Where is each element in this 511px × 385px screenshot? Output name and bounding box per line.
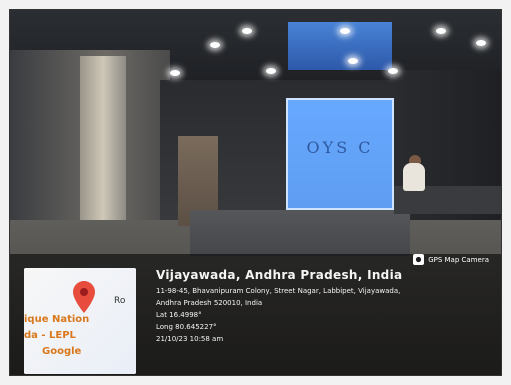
datetime: 21/10/23 10:58 am xyxy=(156,335,224,343)
place-title: Vijayawada, Andhra Pradesh, India xyxy=(156,268,403,282)
map-road-label: Ro xyxy=(114,296,126,306)
gps-overlay: GPS Map Camera Ro ique Nation da - LEPL … xyxy=(10,254,501,375)
ceiling-light xyxy=(170,70,180,76)
photo-frame: OYS C GPS Map Camera Ro ique Nation da -… xyxy=(9,9,502,376)
longitude: Long 80.645227° xyxy=(156,323,217,331)
ceiling-light xyxy=(348,58,358,64)
latitude: Lat 16.4998° xyxy=(156,311,202,319)
person xyxy=(403,163,425,191)
gps-camera-icon xyxy=(413,254,425,265)
map-thumbnail: Ro ique Nation da - LEPL Google xyxy=(24,268,136,374)
stage xyxy=(190,210,410,256)
ceiling-light xyxy=(210,42,220,48)
ceiling-light xyxy=(340,28,350,34)
address-line: 11-98-45, Bhavanipuram Colony, Street Na… xyxy=(156,287,401,295)
address-line: Andhra Pradesh 520010, India xyxy=(156,299,263,307)
ceiling-light xyxy=(266,68,276,74)
map-label: da - LEPL xyxy=(24,330,76,341)
camera-badge-text: GPS Map Camera xyxy=(428,255,489,264)
map-pin-icon xyxy=(72,280,96,314)
ceiling-light xyxy=(476,40,486,46)
map-label: ique Nation xyxy=(24,314,90,325)
ceiling-light xyxy=(436,28,446,34)
screen-text: OYS C xyxy=(306,138,374,157)
camera-badge: GPS Map Camera xyxy=(413,254,489,265)
google-logo: Google xyxy=(42,346,82,357)
location-info: Vijayawada, Andhra Pradesh, India 11-98-… xyxy=(156,268,496,346)
ceiling-light xyxy=(388,68,398,74)
projection-screen: OYS C xyxy=(286,98,394,210)
ceiling-light xyxy=(242,28,252,34)
